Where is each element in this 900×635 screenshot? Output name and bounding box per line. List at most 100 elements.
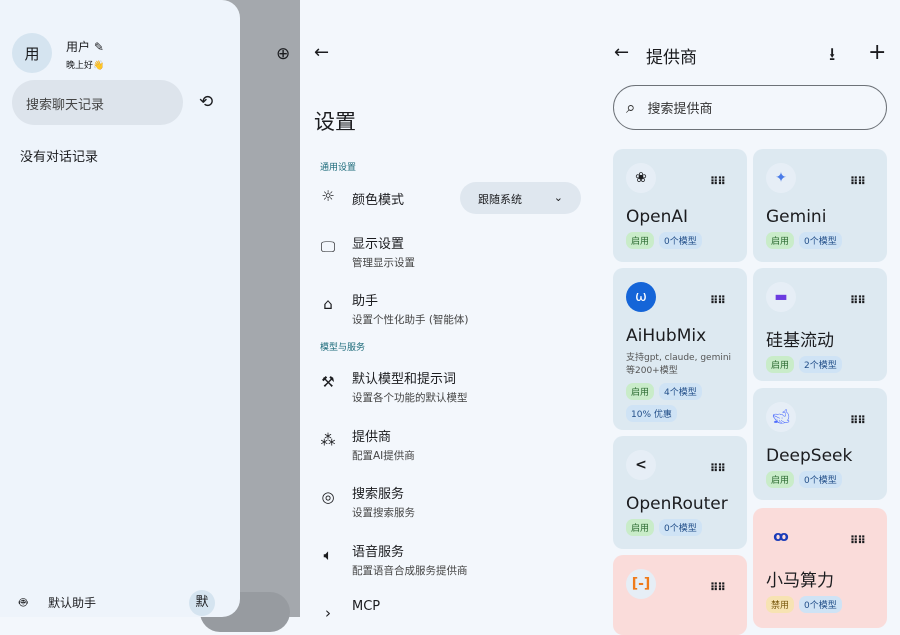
provider-card-aihubmix[interactable]: ω ⠿⠿ AiHubMix 支持gpt, claude, gemini等200+模型启… — [613, 268, 747, 430]
avatar[interactable]: 用 — [12, 33, 52, 73]
models-badge: 0个模型 — [799, 232, 842, 249]
settings-item-default-model[interactable]: ⚒ 默认模型和提示词 设置各个功能的默认模型 — [318, 368, 468, 405]
provider-name: 硅基流动 — [766, 331, 834, 351]
wave-icon: 👋 — [93, 61, 105, 71]
back-icon[interactable]: ← — [314, 42, 329, 63]
provider-card-xiaoma[interactable]: ꝏ ⠿⠿ 小马算力禁用 0个模型 — [753, 508, 887, 628]
drag-handle-icon[interactable]: ⠿⠿ — [710, 294, 726, 307]
item-subtitle: 设置搜索服务 — [352, 507, 415, 519]
openai-logo-icon: ❀ — [626, 163, 656, 193]
drag-handle-icon[interactable]: ⠿⠿ — [850, 175, 866, 188]
sun-icon: ☼ — [321, 187, 335, 205]
item-title: 显示设置 — [352, 237, 405, 252]
globe-icon: ◎ — [321, 488, 335, 506]
status-badge: 启用 — [626, 232, 655, 249]
item-subtitle: 配置语音合成服务提供商 — [352, 565, 468, 577]
provider-name: 小马算力 — [766, 571, 834, 591]
deepseek-logo-icon: 🐋︎ — [766, 402, 796, 432]
status-badge: 禁用 — [766, 596, 795, 613]
aliyun-logo-icon: [-] — [626, 569, 656, 599]
item-title: 搜索服务 — [352, 487, 405, 502]
color-mode-value: 跟随系统 — [478, 193, 522, 206]
models-badge: 2个模型 — [799, 356, 842, 373]
username-text: 用户 — [66, 40, 91, 54]
back-icon[interactable]: ← — [614, 42, 629, 63]
search-icon: ⌕ — [626, 97, 636, 118]
chevron-down-icon: ⌄ — [553, 191, 563, 204]
item-subtitle: 设置个性化助手 (智能体) — [352, 314, 469, 326]
provider-card-deepseek[interactable]: 🐋︎ ⠿⠿ DeepSeek 启用 0个模型 — [753, 388, 887, 500]
page-title: 设置 — [314, 110, 356, 134]
settings-panel: ← 设置 通用设置 ☼ 颜色模式 跟随系统 ⌄ 🖵 显示设置 管理显示设置 ⌂ 助手 设置个… — [300, 0, 600, 622]
item-title: 助手 — [352, 294, 379, 309]
models-badge: 0个模型 — [659, 232, 702, 249]
status-badge: 启用 — [766, 232, 795, 249]
status-badge: 启用 — [626, 519, 655, 536]
provider-card-openrouter[interactable]: < ⠿⠿ OpenRouter 启用 0个模型 — [613, 436, 747, 549]
provider-name: Gemini — [766, 207, 827, 227]
models-badge: 0个模型 — [799, 471, 842, 488]
chevron-right-icon: › — [325, 604, 331, 622]
drag-handle-icon[interactable]: ⠿⠿ — [710, 175, 726, 188]
item-title: MCP — [352, 599, 381, 614]
item-subtitle: 配置AI提供商 — [352, 450, 415, 462]
item-title: 提供商 — [352, 430, 392, 445]
assistant-avatar[interactable]: 默 — [189, 590, 215, 616]
robot-icon: 🤖︎ — [19, 595, 28, 611]
openrouter-logo-icon: < — [626, 450, 656, 480]
drag-handle-icon[interactable]: ⠿⠿ — [850, 294, 866, 307]
settings-item-tts[interactable]: 🔈︎ 语音服务 配置语音合成服务提供商 — [318, 541, 468, 578]
drag-handle-icon[interactable]: ⠿⠿ — [710, 462, 726, 475]
import-icon[interactable]: ⭳ — [829, 42, 835, 72]
provider-description: 支持gpt, claude, gemini等200+模型 — [626, 353, 732, 376]
siliconflow-logo-icon: ▬ — [766, 282, 796, 312]
providers-panel: ← 提供商 ⭳ + ⌕ 搜索提供商 ❀ ⠿⠿ OpenAI 启用 0个模型 ✦ ⠿⠿ Gemi… — [600, 0, 900, 635]
hammer-icon: ⚒ — [321, 373, 335, 391]
greeting-text: 晚上好 — [66, 61, 94, 71]
page-title: 提供商 — [646, 48, 697, 68]
color-mode-row: ☼ 颜色模式 — [318, 186, 404, 208]
default-assistant[interactable]: 默认助手 — [48, 594, 96, 611]
item-title: 语音服务 — [352, 545, 405, 560]
provider-card-gemini[interactable]: ✦ ⠿⠿ Gemini 启用 0个模型 — [753, 149, 887, 262]
chat-drawer: 用 用户 ✎ 晚上好👋 搜索聊天记录 ⟲ 没有对话记录 🤖︎ 默认助手 默 — [0, 0, 240, 617]
color-mode-select[interactable]: 跟随系统 ⌄ — [460, 182, 581, 214]
provider-name: OpenAI — [626, 207, 689, 227]
provider-name: AiHubMix — [626, 326, 707, 346]
aihubmix-logo-icon: ω — [626, 282, 656, 312]
cubes-icon: ⁂ — [320, 431, 336, 449]
add-icon[interactable]: + — [868, 40, 886, 65]
search-placeholder: 搜索提供商 — [647, 102, 713, 117]
color-mode-label: 颜色模式 — [352, 193, 405, 208]
status-badge: 启用 — [766, 471, 795, 488]
new-chat-icon[interactable]: ⊕ — [276, 44, 290, 64]
settings-item-mcp[interactable]: › MCP — [318, 599, 380, 623]
drag-handle-icon[interactable]: ⠿⠿ — [850, 414, 866, 427]
section-general: 通用设置 — [320, 163, 357, 173]
settings-item-assistant[interactable]: ⌂ 助手 设置个性化助手 (智能体) — [318, 290, 469, 327]
pencil-icon[interactable]: ✎ — [94, 40, 104, 54]
provider-card-aliyun[interactable]: [-] ⠿⠿ — [613, 555, 747, 635]
greeting: 晚上好👋 — [66, 58, 104, 71]
item-title: 默认模型和提示词 — [352, 372, 457, 387]
history-icon[interactable]: ⟲ — [199, 92, 213, 112]
xiaoma-logo-icon: ꝏ — [773, 529, 789, 545]
provider-search-input[interactable]: ⌕ 搜索提供商 — [613, 85, 887, 130]
settings-item-search[interactable]: ◎ 搜索服务设置搜索服务 — [318, 483, 415, 520]
models-badge: 0个模型 — [659, 519, 702, 536]
gemini-logo-icon: ✦ — [766, 163, 796, 193]
chat-search-input[interactable]: 搜索聊天记录 — [12, 80, 183, 125]
drag-handle-icon[interactable]: ⠿⠿ — [710, 581, 726, 594]
models-badge: 0个模型 — [799, 596, 842, 613]
settings-item-display[interactable]: 🖵 显示设置 管理显示设置 — [318, 233, 415, 270]
empty-message: 没有对话记录 — [20, 150, 99, 165]
drag-handle-icon[interactable]: ⠿⠿ — [850, 534, 866, 547]
settings-item-providers[interactable]: ⁂ 提供商配置AI提供商 — [318, 426, 415, 463]
provider-card-siliconflow[interactable]: ▬ ⠿⠿ 硅基流动 启用 2个模型 — [753, 268, 887, 381]
section-models: 模型与服务 — [320, 343, 366, 353]
item-subtitle: 设置各个功能的默认模型 — [352, 392, 468, 404]
provider-card-openai[interactable]: ❀ ⠿⠿ OpenAI 启用 0个模型 — [613, 149, 747, 262]
provider-name: OpenRouter — [626, 494, 728, 514]
username[interactable]: 用户 ✎ — [66, 38, 104, 55]
item-subtitle: 管理显示设置 — [352, 257, 415, 269]
